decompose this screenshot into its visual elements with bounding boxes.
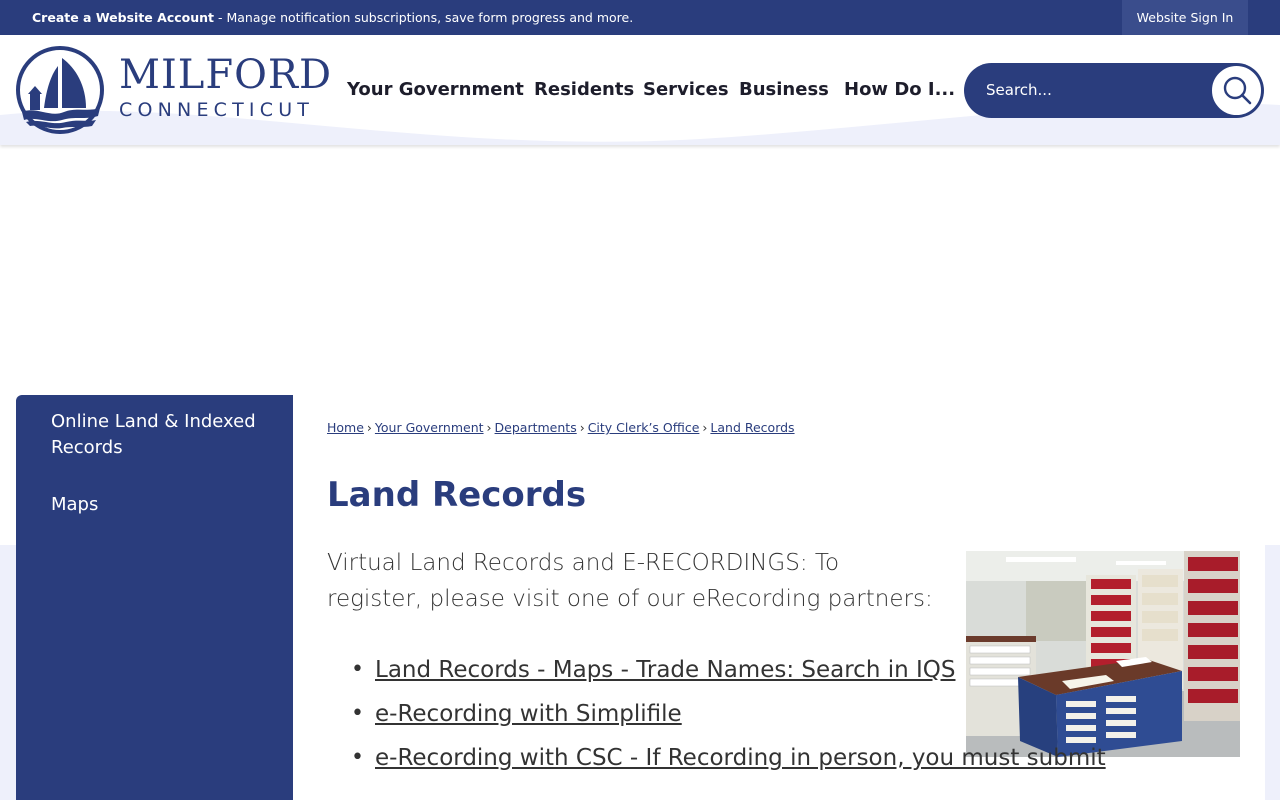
search-box: [964, 63, 1264, 118]
site-logo[interactable]: MILFORD CONNECTICUT: [16, 46, 331, 136]
link-land-records-iqs[interactable]: Land Records - Maps - Trade Names: Searc…: [375, 657, 955, 683]
breadcrumb-separator: ›: [366, 420, 372, 435]
create-account-link[interactable]: Create a Website Account: [32, 10, 214, 25]
top-notification-bar: Create a Website Account - Manage notifi…: [0, 0, 1280, 35]
nav-residents[interactable]: Residents: [534, 79, 634, 100]
main-content: Home › Your Government › Departments › City Cl…: [293, 395, 1265, 800]
website-sign-in-button[interactable]: Website Sign In: [1122, 0, 1248, 35]
account-message: Create a Website Account - Manage notifi…: [32, 10, 633, 25]
page-title: Land Records: [327, 475, 587, 515]
nav-how-do-i[interactable]: How Do I...: [844, 79, 955, 100]
breadcrumb-land-records[interactable]: Land Records: [710, 420, 794, 435]
site-header: MILFORD CONNECTICUT Your Government Resi…: [0, 35, 1280, 145]
breadcrumb-departments[interactable]: Departments: [495, 420, 577, 435]
breadcrumb-separator: ›: [486, 420, 492, 435]
nav-services[interactable]: Services: [643, 79, 729, 100]
list-item: Land Records - Maps - Trade Names: Searc…: [341, 652, 1201, 688]
logo-subtitle: CONNECTICUT: [119, 99, 315, 121]
logo-name: MILFORD: [119, 52, 333, 98]
list-item: e-Recording with Simplifile: [341, 696, 1201, 732]
account-message-text: - Manage notification subscriptions, sav…: [214, 10, 634, 25]
search-input[interactable]: [986, 77, 1196, 103]
breadcrumb-separator: ›: [702, 420, 708, 435]
link-e-recording-simplifile[interactable]: e-Recording with Simplifile: [375, 701, 682, 727]
link-list: Land Records - Maps - Trade Names: Searc…: [341, 652, 1201, 784]
breadcrumb-your-government[interactable]: Your Government: [375, 420, 484, 435]
intro-text: Virtual Land Records and E-RECORDINGS: T…: [327, 550, 933, 612]
sidebar-item-online-land-records[interactable]: Online Land & Indexed Records: [51, 409, 271, 461]
nav-your-government[interactable]: Your Government: [347, 79, 524, 100]
breadcrumb: Home › Your Government › Departments › City Cl…: [327, 420, 795, 435]
sidebar-item-maps[interactable]: Maps: [51, 492, 271, 518]
breadcrumb-home[interactable]: Home: [327, 420, 364, 435]
nav-business[interactable]: Business: [739, 79, 829, 100]
search-button[interactable]: [1210, 64, 1263, 117]
sidebar-nav: Online Land & Indexed Records Maps: [16, 395, 293, 800]
search-icon: [1223, 76, 1252, 105]
list-item: e-Recording with CSC - If Recording in p…: [341, 740, 1201, 776]
breadcrumb-city-clerks-office[interactable]: City Clerk’s Office: [588, 420, 700, 435]
sailboat-logo-icon: [16, 46, 104, 134]
breadcrumb-separator: ›: [579, 420, 585, 435]
link-e-recording-csc[interactable]: e-Recording with CSC - If Recording in p…: [375, 745, 1106, 771]
